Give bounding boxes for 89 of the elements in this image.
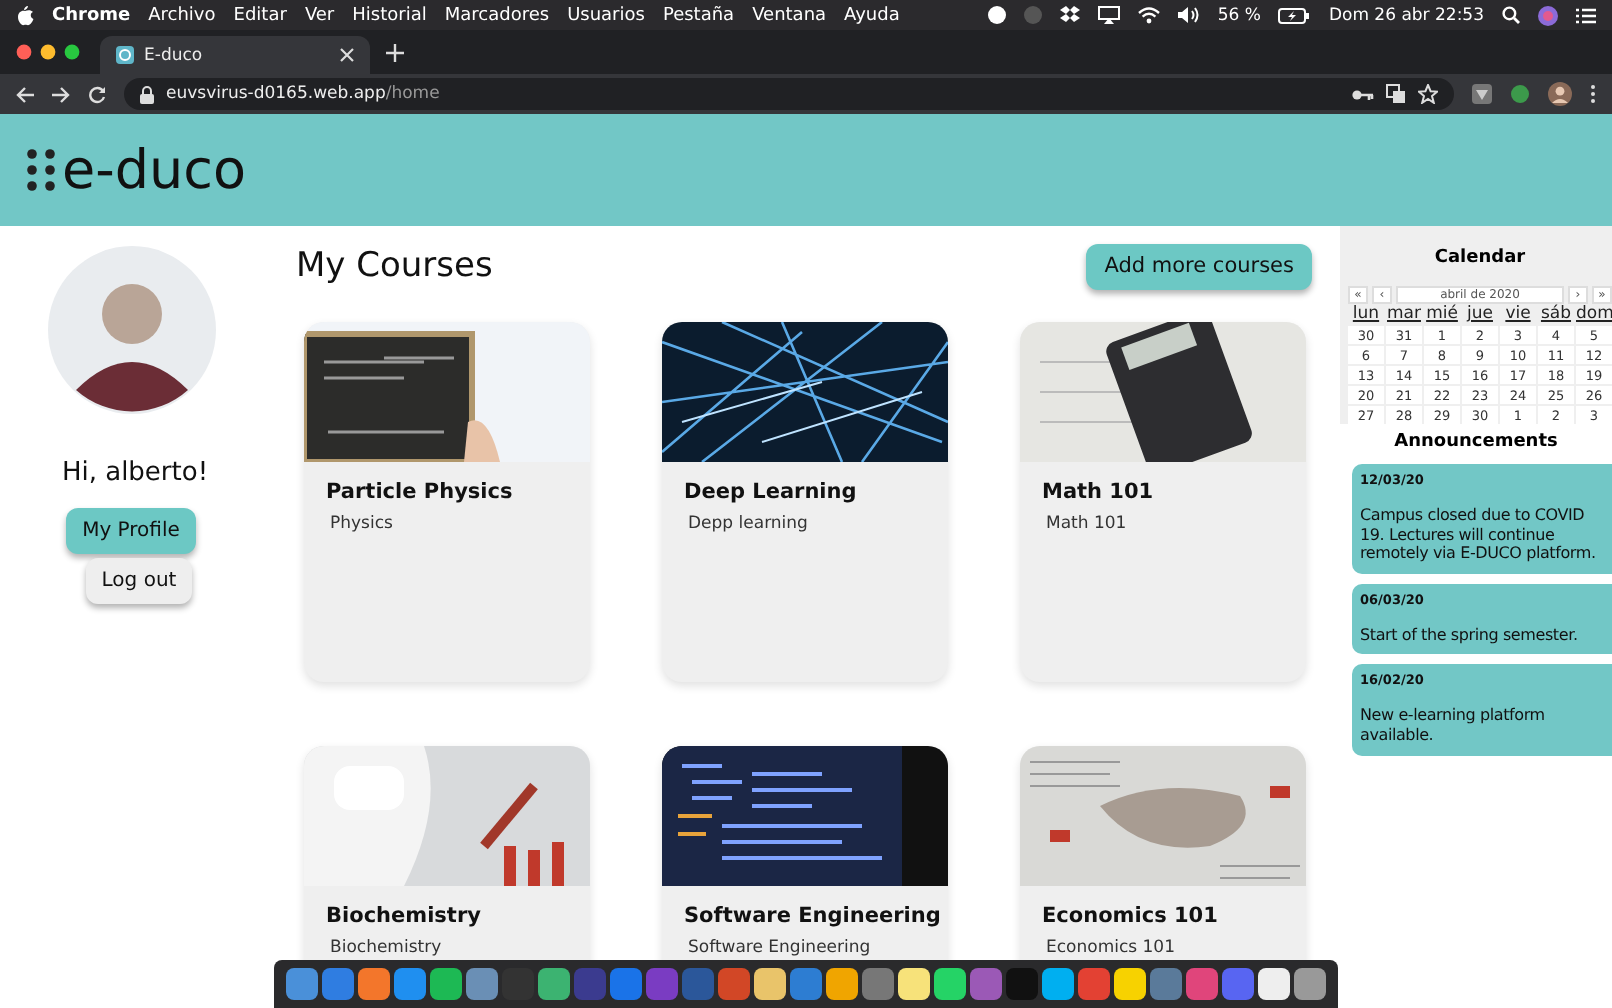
course-card[interactable]: Economics 101 Economics 101 — [1020, 746, 1306, 960]
key-icon[interactable] — [1352, 87, 1374, 101]
weekday-label: mié — [1424, 304, 1460, 324]
logo: e-duco — [62, 139, 246, 201]
course-title: Economics 101 — [1040, 902, 1220, 928]
reload-icon[interactable] — [88, 85, 106, 103]
add-courses-button[interactable]: Add more courses — [1086, 243, 1312, 289]
browser-tab[interactable]: E-duco — [100, 36, 370, 74]
circle-icon[interactable] — [987, 6, 1006, 24]
course-title: Particle Physics — [324, 478, 515, 504]
app-icon[interactable] — [430, 968, 462, 1000]
close-icon[interactable] — [340, 48, 354, 62]
menu-item[interactable]: Marcadores — [444, 5, 550, 25]
screen-icon[interactable] — [1097, 6, 1120, 24]
menu-item[interactable]: Historial — [352, 5, 427, 25]
weekday-label: mar — [1386, 304, 1422, 324]
course-title: Software Engineering — [682, 902, 943, 928]
course-title: Deep Learning — [682, 478, 859, 504]
avatar-icon[interactable] — [1548, 82, 1572, 106]
app-icon[interactable] — [1294, 968, 1326, 1000]
menu-item[interactable]: Pestaña — [662, 5, 735, 25]
back-arrow-icon[interactable] — [16, 85, 34, 103]
course-subtitle: Physics — [328, 512, 395, 534]
app-icon[interactable] — [754, 968, 786, 1000]
search-icon[interactable] — [1502, 6, 1520, 24]
weekday-label: jue — [1464, 304, 1495, 324]
course-card[interactable]: Math 101 Math 101 — [1020, 322, 1306, 682]
extension-icon[interactable] — [1472, 84, 1492, 104]
page-title: My Courses — [296, 246, 493, 286]
app-icon[interactable] — [934, 968, 966, 1000]
menu-item[interactable]: Ventana — [752, 5, 827, 25]
course-subtitle: Economics 101 — [1044, 936, 1178, 958]
list-icon[interactable] — [1576, 7, 1596, 23]
more-icon[interactable] — [1590, 84, 1596, 104]
clock: Dom 26 abr 22:53 — [1328, 5, 1484, 25]
speaker-icon[interactable] — [1177, 6, 1200, 24]
app-icon[interactable] — [898, 968, 930, 1000]
wifi-icon[interactable] — [1137, 6, 1160, 24]
battery-icon[interactable] — [1278, 7, 1311, 23]
course-card[interactable]: Deep Learning Depp learning — [662, 322, 948, 682]
course-subtitle: Math 101 — [1044, 512, 1129, 534]
forward-arrow-icon[interactable] — [52, 85, 70, 103]
plus-icon[interactable] — [386, 43, 404, 61]
dots-icon — [26, 148, 58, 192]
menu-item[interactable]: Archivo — [148, 5, 216, 25]
announcement-text: Start of the spring semester. — [1360, 625, 1580, 645]
app-icon[interactable] — [1114, 968, 1146, 1000]
menu-item[interactable]: Editar — [233, 5, 287, 25]
lock-icon — [140, 85, 154, 103]
announcements-title: Announcements — [1392, 430, 1560, 456]
address-field[interactable]: euvsvirus-d0165.web.app/home — [124, 78, 1454, 110]
menu-item[interactable]: Ayuda — [844, 5, 900, 25]
course-card[interactable]: Biochemistry Biochemistry — [304, 746, 590, 960]
menu-item[interactable]: Usuarios — [567, 5, 645, 25]
greeting-text: Hi, alberto! — [61, 458, 209, 488]
apple-icon[interactable] — [16, 4, 34, 26]
app-icon[interactable] — [1258, 968, 1290, 1000]
star-icon[interactable] — [1418, 84, 1438, 104]
calendar-title: Calendar — [1432, 248, 1528, 268]
dropbox-icon[interactable] — [1059, 6, 1080, 24]
logout-button[interactable]: Log out — [85, 558, 193, 604]
course-subtitle: Depp learning — [686, 512, 810, 534]
profile-button[interactable]: My Profile — [66, 508, 196, 554]
course-title: Math 101 — [1040, 478, 1156, 504]
announcement-text: New e-learning platform available. — [1360, 706, 1547, 746]
battery-percentage: 56 % — [1217, 5, 1261, 25]
app-menu[interactable]: Chrome — [52, 5, 131, 25]
siri-icon[interactable] — [1538, 5, 1558, 25]
translate-icon[interactable] — [1386, 84, 1406, 104]
url-text: euvsvirus-d0165.web.app/home — [166, 84, 440, 104]
app-icon[interactable] — [1042, 968, 1074, 1000]
course-card[interactable]: Software Engineering Software Engineering — [662, 746, 948, 960]
weekday-label: dom — [1576, 304, 1612, 324]
app-icon[interactable] — [826, 968, 858, 1000]
menu-item[interactable]: Ver — [304, 5, 335, 25]
extension-icon[interactable] — [1510, 84, 1530, 104]
tab-title: E-duco — [144, 45, 205, 65]
app-icon[interactable] — [538, 968, 570, 1000]
course-subtitle: Software Engineering — [686, 936, 873, 958]
app-icon[interactable] — [358, 968, 390, 1000]
weekday-label: lun — [1350, 304, 1382, 324]
course-title: Biochemistry — [324, 902, 483, 928]
window-controls-icon[interactable] — [16, 44, 84, 60]
weekday-label: sáb — [1538, 304, 1574, 324]
weekday-label: vie — [1503, 304, 1533, 324]
course-subtitle: Biochemistry — [328, 936, 444, 958]
course-card[interactable]: Particle Physics Physics — [304, 322, 590, 682]
globe-icon — [116, 46, 134, 64]
announcement-text: Campus closed due to COVID 19. Lectures will continue remotely via E-DUCO platform. — [1360, 506, 1598, 564]
